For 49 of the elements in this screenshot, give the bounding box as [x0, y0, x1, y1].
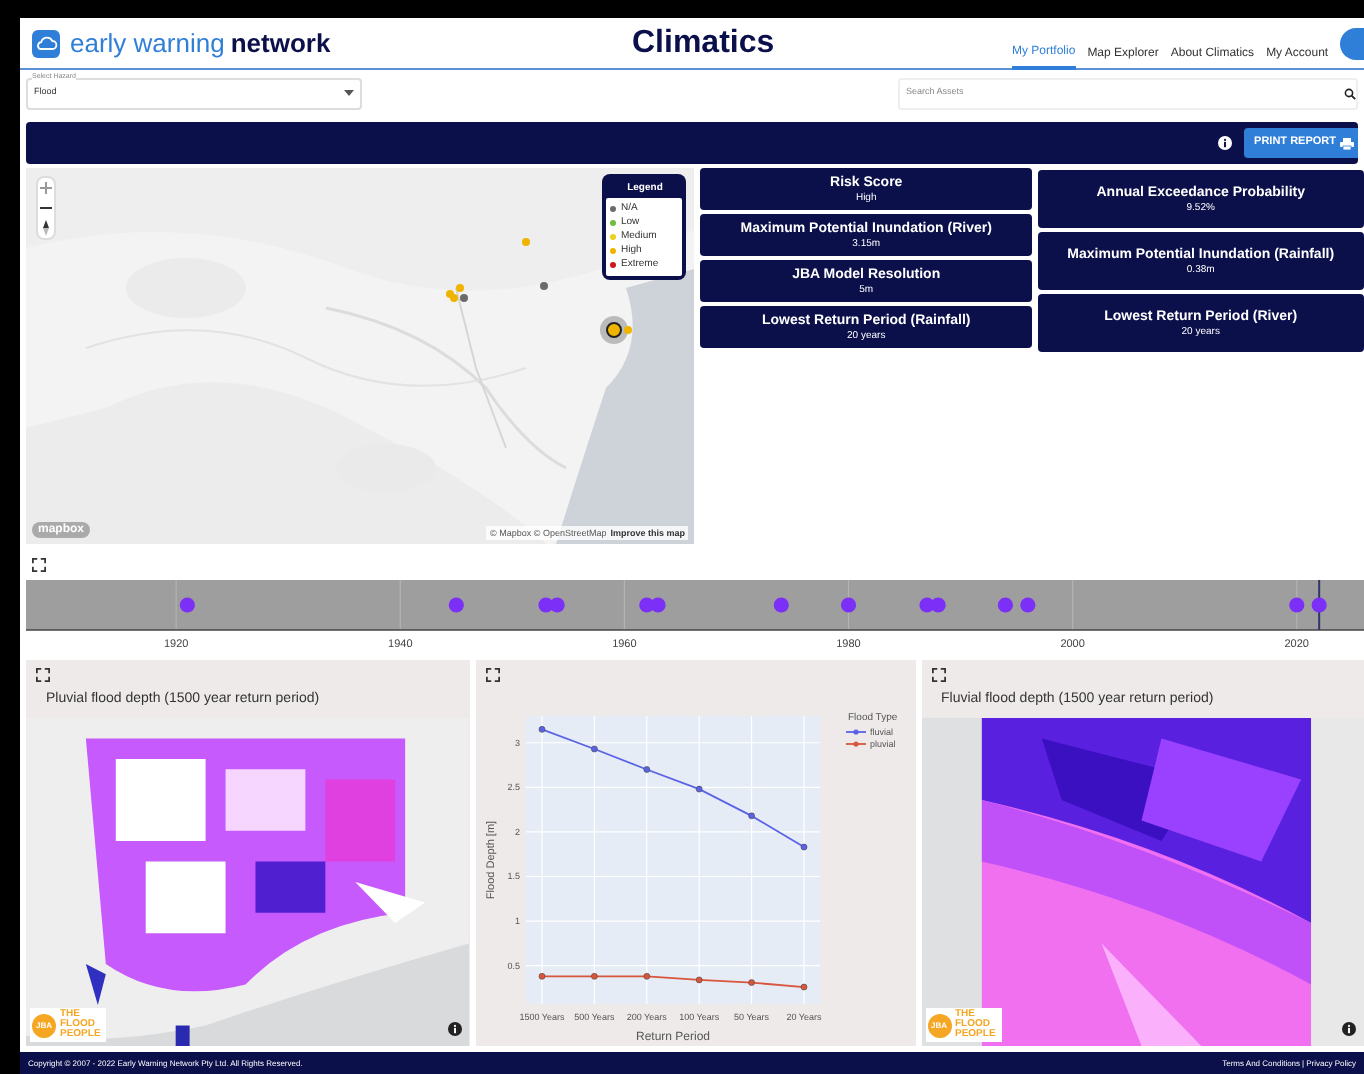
data-point: [590, 973, 597, 980]
compass-icon[interactable]: [38, 218, 54, 238]
map-marker[interactable]: [624, 326, 632, 334]
info-icon[interactable]: [1342, 1022, 1356, 1036]
map-marker[interactable]: [606, 322, 622, 338]
data-point: [694, 976, 702, 984]
fullscreen-icon[interactable]: [36, 668, 50, 682]
search-icon[interactable]: [1344, 87, 1356, 99]
printer-icon: [1340, 137, 1354, 149]
map-marker[interactable]: [540, 282, 548, 290]
brand-name: early warning: [70, 27, 225, 59]
fullscreen-icon[interactable]: [931, 668, 945, 682]
data-point: [799, 983, 807, 991]
map-marker[interactable]: [460, 294, 468, 302]
legend-swatch: [844, 741, 866, 747]
event-dot[interactable]: [773, 597, 789, 613]
event-dot[interactable]: [1289, 597, 1305, 613]
fullscreen-icon[interactable]: [32, 558, 46, 572]
data-point: [642, 766, 650, 773]
event-dot[interactable]: [930, 597, 946, 613]
brand-name: network: [230, 27, 331, 59]
map-marker[interactable]: [456, 284, 464, 292]
info-icon[interactable]: [447, 1022, 461, 1036]
fullscreen-icon[interactable]: [485, 668, 499, 682]
event-dot[interactable]: [997, 597, 1013, 613]
map-marker[interactable]: [450, 294, 458, 302]
event-dot[interactable]: [1311, 597, 1327, 613]
data-point: [799, 843, 807, 851]
event-dot[interactable]: [840, 597, 857, 613]
event-dot[interactable]: [1020, 597, 1036, 613]
event-dot[interactable]: [179, 597, 195, 613]
current-year-line: [1318, 580, 1321, 631]
data-point: [747, 979, 754, 986]
cloud-logo-icon: [32, 29, 60, 57]
legend-swatch: [844, 729, 866, 735]
event-dot[interactable]: [448, 597, 464, 613]
data-point: [537, 726, 545, 733]
data-point: [747, 812, 754, 820]
data-point: [590, 745, 597, 753]
page-title: Climatics: [632, 23, 777, 63]
info-icon[interactable]: [1218, 136, 1233, 150]
caret-icon: [344, 90, 354, 96]
data-point: [642, 973, 650, 980]
event-dot[interactable]: [549, 597, 565, 613]
avatar[interactable]: [1340, 27, 1364, 59]
map-marker[interactable]: [522, 238, 530, 246]
data-point: [694, 785, 702, 793]
data-point: [537, 973, 545, 980]
event-dot[interactable]: [650, 597, 666, 613]
